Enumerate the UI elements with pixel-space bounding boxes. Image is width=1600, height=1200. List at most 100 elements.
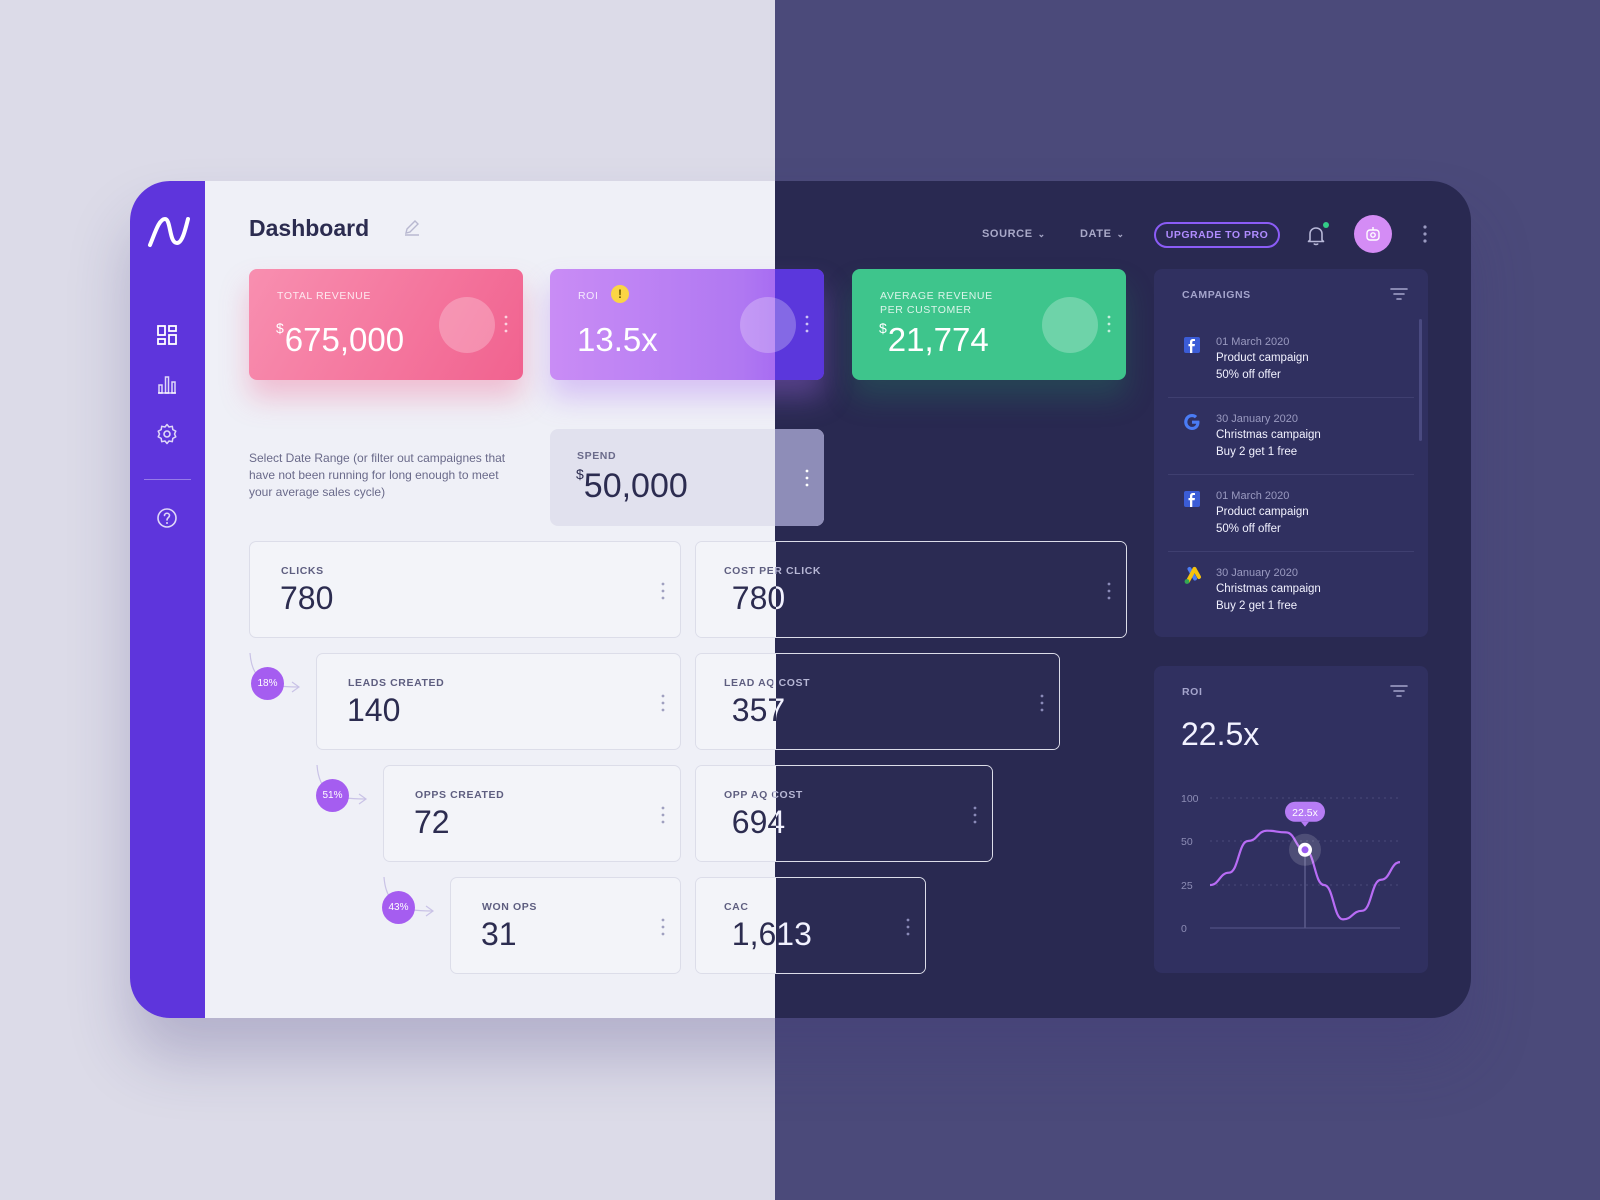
campaign-date: 30 January 2020 [1216,567,1298,579]
more-vertical-icon[interactable] [1106,580,1112,602]
campaigns-title: CAMPAIGNS [1182,289,1251,301]
won-ops-card[interactable]: WON OPS 31 [450,877,681,974]
average-revenue-label: AVERAGE REVENUE PER CUSTOMER [880,290,993,316]
warning-icon[interactable]: ! [611,285,629,303]
y-tick-label: 25 [1181,880,1193,892]
list-item[interactable]: 01 March 2020 Product campaign 50% off o… [1168,321,1414,397]
chevron-down-icon: ⌄ [1037,229,1046,239]
leads-created-value: 140 [347,692,401,728]
highlight-point-center [1301,846,1309,854]
campaign-date: 01 March 2020 [1216,336,1290,348]
spend-card[interactable]: SPEND $50,000 [550,429,824,526]
date-range-note: Select Date Range (or filter out campaig… [249,451,506,499]
campaign-offer: Buy 2 get 1 free [1216,446,1298,458]
google-ads-icon [1184,567,1201,584]
date-dropdown-label: DATE [1080,228,1112,240]
sidebar-divider [144,479,191,480]
edit-icon[interactable] [402,217,422,237]
lead-aq-cost-label: LEAD AQ COST [724,677,811,689]
roi-line-chart[interactable]: 100 50 25 0 22.5x [1154,666,1428,973]
more-vertical-icon[interactable] [660,580,666,602]
roi-card[interactable]: ROI ! 13.5x [550,269,824,380]
average-revenue-card[interactable]: AVERAGE REVENUE PER CUSTOMER $21,774 [852,269,1126,380]
gear-icon[interactable] [155,422,179,446]
avatar[interactable] [1354,215,1392,253]
more-vertical-icon[interactable] [804,313,810,335]
opp-aq-cost-value: $694 [724,802,786,840]
more-vertical-icon[interactable] [1420,222,1430,246]
page-title: Dashboard [249,215,370,241]
source-dropdown[interactable]: SOURCE ⌄ [982,228,1046,240]
filter-icon[interactable] [1390,286,1408,302]
cost-per-click-value: $780 [724,578,786,616]
dashboard-window: Dashboard SOURCE ⌄ DATE ⌄ UPGRADE TO PRO T… [130,181,1471,1018]
help-icon[interactable] [155,506,179,530]
leads-created-card[interactable]: LEADS CREATED 140 [316,653,681,750]
campaign-name: Christmas campaign [1216,583,1321,595]
opps-created-card[interactable]: OPPS CREATED 72 [383,765,681,862]
more-vertical-icon[interactable] [905,916,911,938]
tooltip-pointer [1301,821,1309,827]
card-content: COST PER CLICK $780 [696,542,1126,637]
more-vertical-icon[interactable] [972,804,978,826]
scrollbar[interactable] [1419,319,1422,441]
campaign-name: Product campaign [1216,352,1309,364]
total-revenue-label: TOTAL REVENUE [277,290,371,302]
cac-label: CAC [724,901,749,913]
chevron-down-icon: ⌄ [1116,229,1125,239]
list-item[interactable]: 01 March 2020 Product campaign 50% off o… [1168,475,1414,551]
campaigns-panel: CAMPAIGNS 01 March 2020 Product campaign… [1154,269,1428,637]
y-tick-label: 50 [1181,836,1193,848]
cac-value: $1,613 [724,914,812,952]
more-vertical-icon[interactable] [660,804,666,826]
date-dropdown[interactable]: DATE ⌄ [1080,228,1125,240]
campaign-name: Product campaign [1216,506,1309,518]
spend-value: $50,000 [576,465,688,505]
campaign-date: 01 March 2020 [1216,490,1290,502]
opps-created-label: OPPS CREATED [415,789,505,801]
logo-icon[interactable] [147,213,191,251]
card-content: CAC $1,613 [696,878,925,973]
clicks-card[interactable]: CLICKS 780 [249,541,681,638]
decorative-circle [439,297,495,353]
facebook-icon [1184,491,1200,507]
won-ops-value: 31 [481,916,517,952]
clicks-label: CLICKS [281,565,324,577]
opp-aq-cost-label: OPP AQ COST [724,789,803,801]
opp-aq-cost-card[interactable]: OPP AQ COST $694 [695,765,993,862]
average-revenue-value: $21,774 [879,320,989,358]
more-vertical-icon[interactable] [1039,692,1045,714]
cost-per-click-card[interactable]: COST PER CLICK $780 [695,541,1127,638]
more-vertical-icon[interactable] [804,467,810,489]
bar-chart-icon[interactable] [155,372,179,396]
campaign-offer: Buy 2 get 1 free [1216,600,1298,612]
roi-label: ROI [578,290,599,302]
robot-icon [1366,227,1380,241]
facebook-icon [1184,337,1200,353]
more-vertical-icon[interactable] [660,692,666,714]
dashboard-icon[interactable] [155,323,179,347]
cac-card[interactable]: CAC $1,613 [695,877,926,974]
lead-aq-cost-card[interactable]: LEAD AQ COST $357 [695,653,1060,750]
conversion-badge: 18% [251,667,284,700]
more-vertical-icon[interactable] [503,313,509,335]
list-item[interactable]: 30 January 2020 Christmas campaign Buy 2… [1168,398,1414,474]
cost-per-click-label: COST PER CLICK [724,565,822,577]
roi-value: 13.5x [577,321,658,358]
clicks-value: 780 [280,580,334,616]
list-item[interactable]: 30 January 2020 Christmas campaign Buy 2… [1168,552,1414,628]
y-tick-label: 0 [1181,923,1187,935]
notification-dot [1323,222,1329,228]
more-vertical-icon[interactable] [1106,313,1112,335]
upgrade-button[interactable]: UPGRADE TO PRO [1154,222,1280,248]
conversion-badge: 43% [382,891,415,924]
tooltip-label: 22.5x [1292,807,1318,819]
total-revenue-card[interactable]: TOTAL REVENUE $675,000 [249,269,523,380]
leads-created-label: LEADS CREATED [348,677,445,689]
more-vertical-icon[interactable] [660,916,666,938]
card-content: OPP AQ COST $694 [696,766,992,861]
campaign-name: Christmas campaign [1216,429,1321,441]
google-icon [1184,414,1200,430]
y-tick-label: 100 [1181,793,1199,805]
source-dropdown-label: SOURCE [982,228,1033,240]
